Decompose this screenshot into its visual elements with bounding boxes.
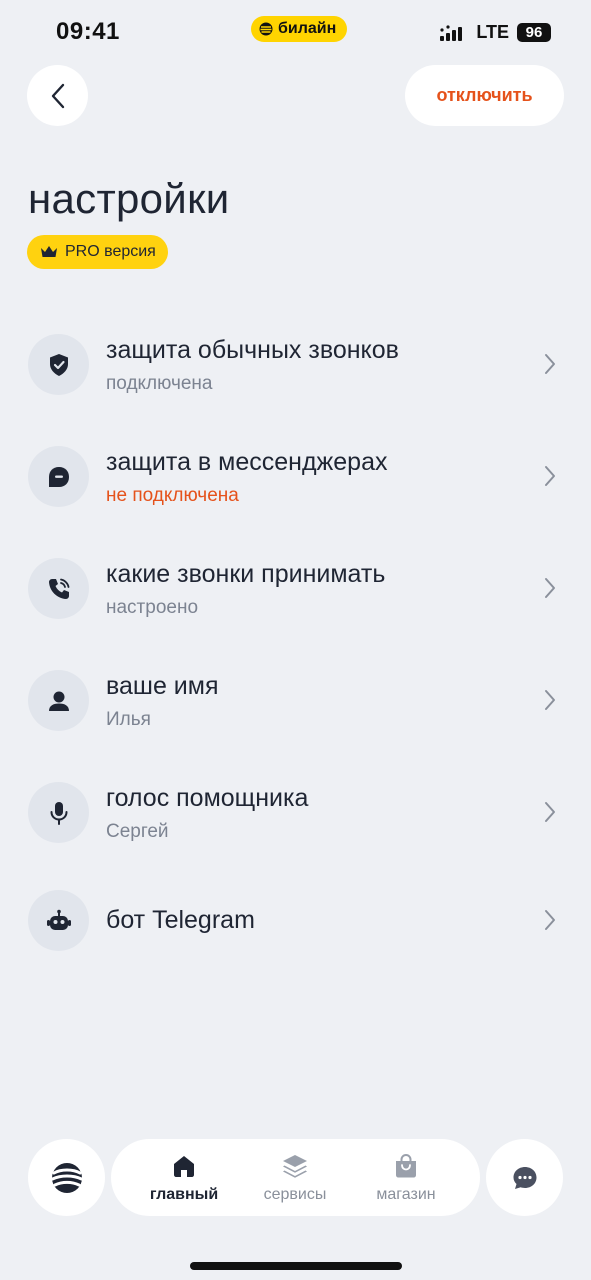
shopping-bag-icon: [396, 1153, 416, 1177]
settings-item-status: не подключена: [106, 485, 239, 506]
settings-item-title: защита в мессенджерах: [106, 448, 388, 476]
battery-indicator: 96: [517, 23, 551, 42]
status-time: 09:41: [56, 18, 120, 45]
settings-item-title: голос помощника: [106, 784, 309, 812]
settings-item-title: какие звонки принимать: [106, 560, 386, 588]
status-indicators: LTE 96: [440, 22, 551, 43]
status-bar: 09:41 билайн LTE 96: [0, 0, 591, 64]
beeline-logo-icon: [259, 22, 273, 36]
home-icon: [174, 1155, 194, 1177]
microphone-icon: [28, 782, 89, 843]
layers-icon: [283, 1154, 307, 1178]
pro-badge-label: PRO версия: [65, 243, 156, 260]
shield-icon: [28, 334, 89, 395]
robot-icon: [28, 890, 89, 951]
settings-item-title: ваше имя: [106, 672, 219, 700]
nav-tab-label: главный: [149, 1185, 219, 1203]
chevron-right-icon: [545, 354, 555, 374]
home-indicator: [190, 1262, 402, 1270]
settings-item-status: Сергей: [106, 821, 169, 842]
chat-button[interactable]: [486, 1139, 563, 1216]
beeline-logo-icon: [50, 1162, 83, 1193]
settings-item-title: защита обычных звонков: [106, 336, 399, 364]
network-type: LTE: [476, 22, 509, 42]
user-icon: [28, 670, 89, 731]
nav-tab-label: сервисы: [263, 1185, 327, 1203]
settings-item-call-protection[interactable]: защита обычных звонков подключена: [0, 314, 591, 414]
settings-item-your-name[interactable]: ваше имя Илья: [0, 650, 591, 750]
chevron-right-icon: [545, 466, 555, 486]
settings-item-messenger-protection[interactable]: защита в мессенджерах не подключена: [0, 426, 591, 526]
nav-tab-services[interactable]: сервисы: [254, 1139, 336, 1216]
carrier-name: билайн: [278, 20, 337, 37]
carrier-pill: билайн: [251, 16, 348, 42]
settings-item-status: настроено: [106, 597, 199, 618]
nav-tab-shop[interactable]: магазин: [366, 1139, 446, 1216]
settings-item-title: бот Telegram: [106, 906, 255, 934]
pro-badge: PRO версия: [27, 235, 168, 269]
chevron-right-icon: [545, 690, 555, 710]
settings-item-accepted-calls[interactable]: какие звонки принимать настроено: [0, 538, 591, 638]
settings-item-assistant-voice[interactable]: голос помощника Сергей: [0, 762, 591, 862]
page-title: настройки: [28, 175, 230, 222]
back-button[interactable]: [27, 65, 88, 126]
nav-tab-home[interactable]: главный: [144, 1139, 224, 1216]
chevron-right-icon: [545, 802, 555, 822]
chevron-right-icon: [545, 578, 555, 598]
phone-icon: [28, 558, 89, 619]
settings-item-status: Илья: [106, 709, 151, 730]
beeline-logo-button[interactable]: [28, 1139, 105, 1216]
chat-icon: [513, 1166, 536, 1189]
signal-icon: [440, 24, 463, 41]
disconnect-button[interactable]: отключить: [405, 65, 564, 126]
crown-icon: [41, 246, 57, 257]
chevron-left-icon: [51, 83, 64, 108]
nav-tab-label: магазин: [376, 1185, 436, 1203]
settings-item-telegram-bot[interactable]: бот Telegram: [0, 870, 591, 970]
message-icon: [28, 446, 89, 507]
chevron-right-icon: [545, 910, 555, 930]
settings-item-status: подключена: [106, 373, 213, 394]
bottom-nav: главный сервисы магазин: [111, 1139, 480, 1216]
